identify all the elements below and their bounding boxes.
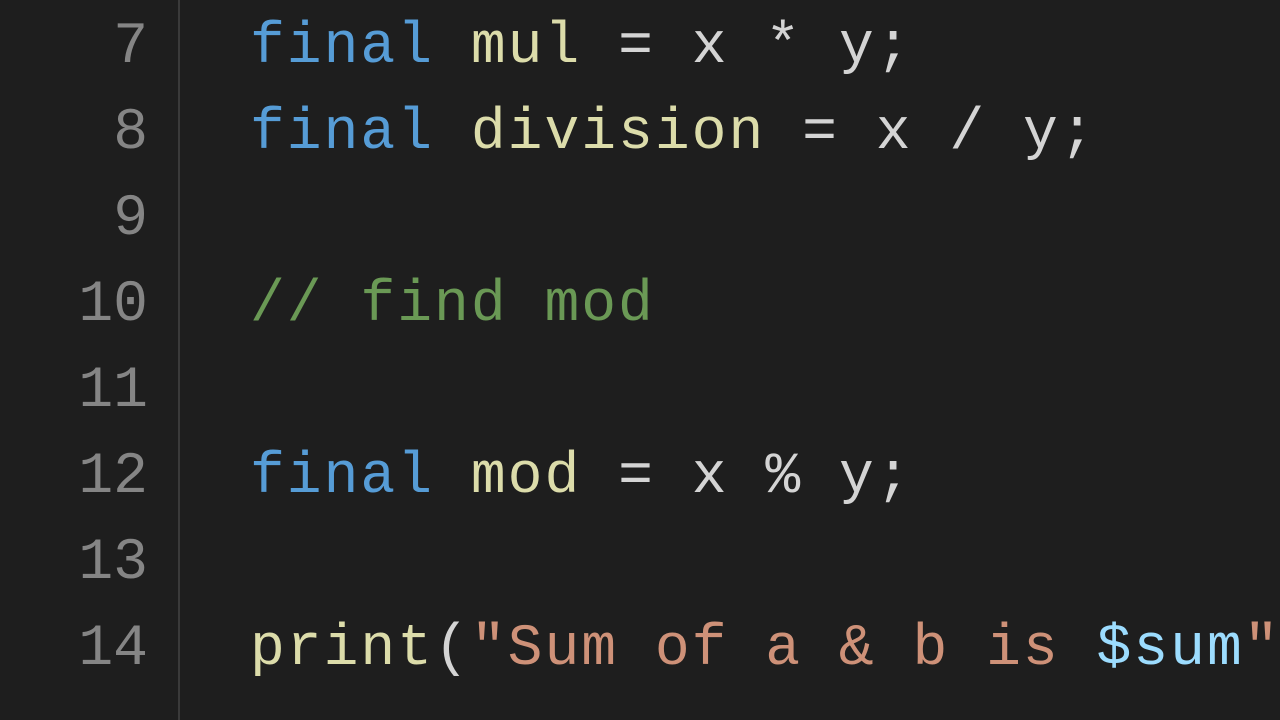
variable: x xyxy=(692,15,729,80)
line-number: 14 xyxy=(0,607,178,693)
variable: x xyxy=(876,101,913,166)
identifier: mul xyxy=(471,15,581,80)
variable: x xyxy=(692,445,729,510)
code-line[interactable]: final mul = x * y; xyxy=(250,5,1280,91)
equals-operator: = xyxy=(618,15,655,80)
line-number: 8 xyxy=(0,91,178,177)
identifier: mod xyxy=(471,445,581,510)
string-interpolation: $sum xyxy=(1097,617,1244,682)
string-quote: " xyxy=(1244,617,1280,682)
code-line[interactable]: // find mod xyxy=(250,263,1280,349)
line-number: 10 xyxy=(0,263,178,349)
keyword-final: final xyxy=(250,101,434,166)
string-literal: Sum of a & b is xyxy=(508,617,1097,682)
semicolon: ; xyxy=(876,15,913,80)
variable: y xyxy=(839,445,876,510)
code-line-empty[interactable] xyxy=(250,521,1280,607)
identifier: division xyxy=(471,101,765,166)
comment: // find mod xyxy=(250,273,655,338)
code-line[interactable]: print("Sum of a & b is $sum"); xyxy=(250,607,1280,693)
code-editor[interactable]: final mul = x * y; final division = x / … xyxy=(180,0,1280,720)
code-line-empty[interactable] xyxy=(250,349,1280,435)
keyword-final: final xyxy=(250,445,434,510)
function-call: print xyxy=(250,617,434,682)
divide-operator: / xyxy=(949,101,986,166)
code-line-empty[interactable] xyxy=(250,177,1280,263)
equals-operator: = xyxy=(802,101,839,166)
variable: y xyxy=(1023,101,1060,166)
line-number-gutter: 7 8 9 10 11 12 13 14 xyxy=(0,0,180,720)
code-line[interactable]: final mod = x % y; xyxy=(250,435,1280,521)
line-number: 7 xyxy=(0,5,178,91)
line-number: 11 xyxy=(0,349,178,435)
line-number: 9 xyxy=(0,177,178,263)
keyword-final: final xyxy=(250,15,434,80)
equals-operator: = xyxy=(618,445,655,510)
string-quote: " xyxy=(471,617,508,682)
paren-open: ( xyxy=(434,617,471,682)
semicolon: ; xyxy=(876,445,913,510)
modulo-operator: % xyxy=(765,445,802,510)
multiply-operator: * xyxy=(765,15,802,80)
line-number: 13 xyxy=(0,521,178,607)
code-line[interactable]: final division = x / y; xyxy=(250,91,1280,177)
semicolon: ; xyxy=(1060,101,1097,166)
variable: y xyxy=(839,15,876,80)
line-number: 12 xyxy=(0,435,178,521)
